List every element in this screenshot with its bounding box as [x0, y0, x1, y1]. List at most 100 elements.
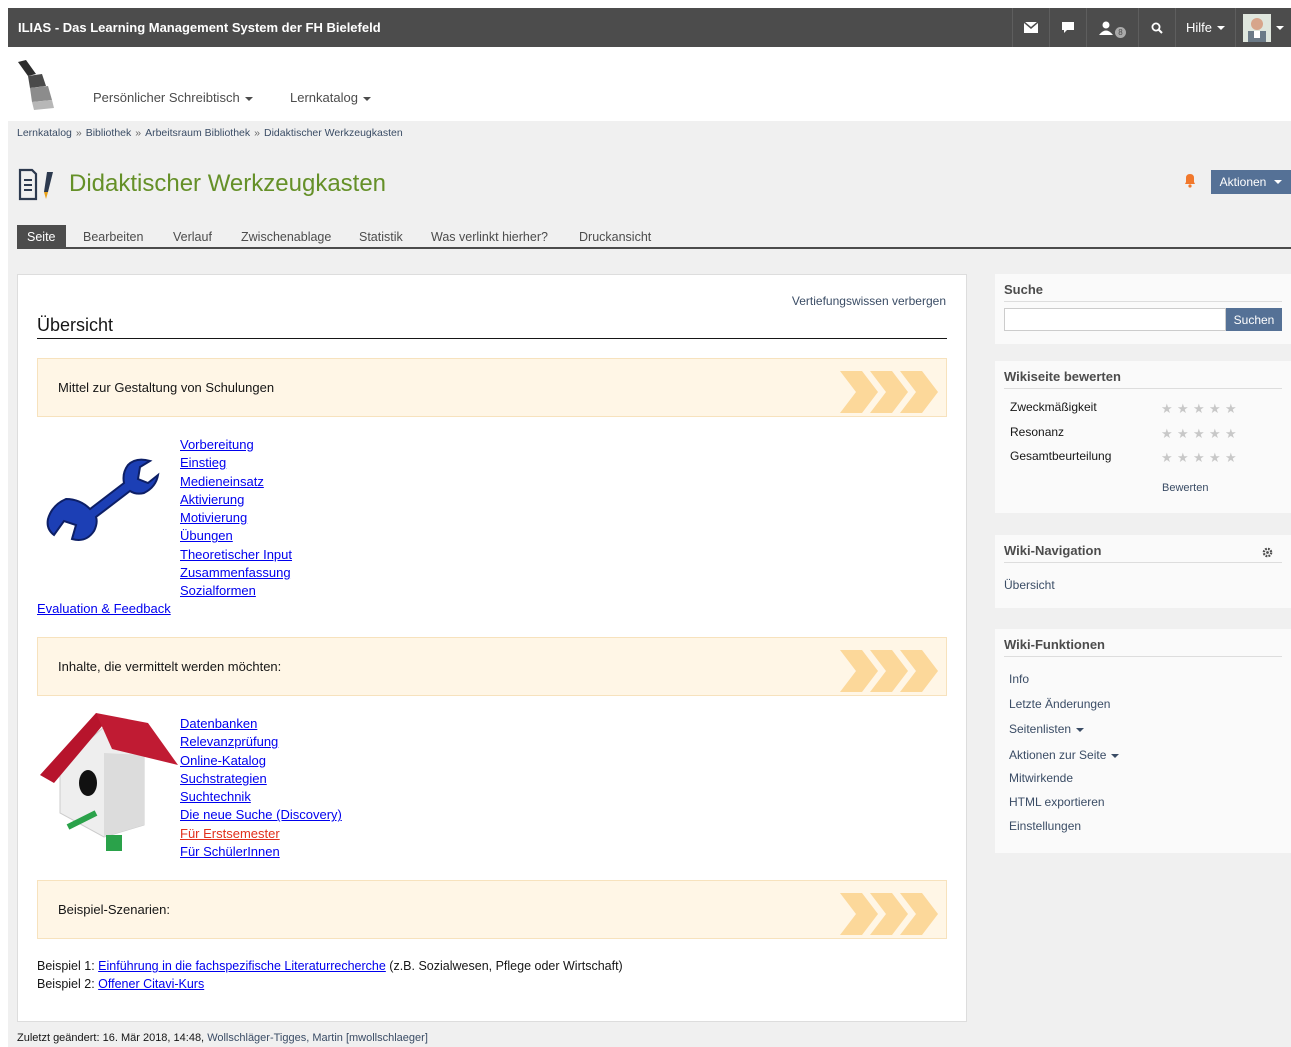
rate-button[interactable]: Bewerten [1162, 482, 1208, 494]
breadcrumb-item[interactable]: Bibliothek [86, 127, 132, 139]
search-button[interactable] [1138, 8, 1175, 47]
link-list: Vorbereitung Einstieg Medieneinsatz Akti… [180, 436, 292, 601]
rating-label: Gesamtbeurteilung [1010, 449, 1112, 463]
star-icon[interactable]: ★ [1209, 402, 1222, 415]
last-changed-text: Zuletzt geändert: 16. Mär 2018, 14:48, [17, 1032, 208, 1044]
star-icon[interactable]: ★ [1209, 427, 1222, 440]
chevron-down-icon [1076, 727, 1085, 732]
fn-page-lists-label: Seitenlisten [1009, 722, 1072, 736]
star-icon[interactable]: ★ [1225, 402, 1238, 415]
wiki-link[interactable]: Suchtechnik [180, 789, 251, 804]
star-rating[interactable]: ★ ★ ★ ★ ★ [1161, 427, 1238, 440]
fn-page-lists[interactable]: Seitenlisten [1009, 722, 1085, 736]
contacts-button[interactable]: 8 [1086, 8, 1138, 47]
wiki-link[interactable]: Online-Katalog [180, 753, 266, 768]
star-rating[interactable]: ★ ★ ★ ★ ★ [1161, 451, 1238, 464]
star-icon[interactable]: ★ [1225, 451, 1238, 464]
wiki-link-missing[interactable]: Für Erstsemester [180, 826, 280, 841]
star-icon[interactable]: ★ [1177, 427, 1190, 440]
link-list: Datenbanken Relevanzprüfung Online-Katal… [180, 715, 342, 861]
wiki-link[interactable]: Übungen [180, 528, 233, 543]
user-icon [1099, 21, 1113, 35]
mail-button[interactable] [1012, 8, 1049, 47]
tab-bar: Seite Bearbeiten Verlauf Zwischenablage … [17, 225, 1291, 249]
wiki-link[interactable]: Für SchülerInnen [180, 844, 280, 859]
chat-button[interactable] [1049, 8, 1086, 47]
menu-desk[interactable]: Persönlicher Schreibtisch [93, 90, 253, 105]
actions-button[interactable]: Aktionen [1211, 170, 1291, 194]
section-band-label: Inhalte, die vermittelt werden möchten: [58, 659, 282, 674]
star-icon[interactable]: ★ [1193, 427, 1206, 440]
help-menu[interactable]: Hilfe [1175, 8, 1235, 47]
example-2: Beispiel 2: Offener Citavi-Kurs [37, 977, 204, 991]
breadcrumb-item[interactable]: Lernkatalog [17, 127, 72, 139]
wiki-link[interactable]: Die neue Suche (Discovery) [180, 807, 342, 822]
author-link[interactable]: Wollschläger-Tigges, Martin [mwollschlae… [207, 1032, 428, 1044]
page-heading: Übersicht [37, 315, 947, 339]
wiki-link[interactable]: Vorbereitung [180, 437, 254, 452]
search-submit-button[interactable]: Suchen [1226, 308, 1282, 331]
fn-contributors[interactable]: Mitwirkende [1009, 771, 1073, 785]
star-icon[interactable]: ★ [1161, 427, 1174, 440]
wiki-link[interactable]: Motivierung [180, 510, 247, 525]
bell-icon[interactable] [1182, 172, 1198, 188]
example-1: Beispiel 1: Einführung in die fachspezif… [37, 959, 623, 973]
search-input[interactable] [1004, 308, 1226, 331]
fn-recent-changes[interactable]: Letzte Änderungen [1009, 697, 1110, 711]
chevrons-icon [840, 371, 938, 413]
section-band-label: Beispiel-Szenarien: [58, 902, 171, 917]
fn-info[interactable]: Info [1009, 672, 1029, 686]
fn-html-export[interactable]: HTML exportieren [1009, 795, 1105, 809]
star-icon[interactable]: ★ [1193, 402, 1206, 415]
wiki-nav-link[interactable]: Übersicht [1004, 578, 1055, 592]
wiki-link[interactable]: Theoretischer Input [180, 547, 292, 562]
star-icon[interactable]: ★ [1177, 402, 1190, 415]
star-icon[interactable]: ★ [1177, 451, 1190, 464]
breadcrumb: Lernkatalog» Bibliothek» Arbeitsraum Bibli… [17, 127, 403, 139]
star-rating[interactable]: ★ ★ ★ ★ ★ [1161, 402, 1238, 415]
breadcrumb-item[interactable]: Arbeitsraum Bibliothek [145, 127, 250, 139]
wiki-navigation-panel: Wiki-Navigation Übersicht [995, 535, 1291, 608]
gear-icon[interactable] [1262, 547, 1273, 558]
menu-desk-label: Persönlicher Schreibtisch [93, 90, 240, 105]
ilias-logo[interactable] [16, 60, 56, 110]
star-icon[interactable]: ★ [1193, 451, 1206, 464]
wiki-link[interactable]: Einführung in die fachspezifische Litera… [98, 959, 386, 973]
wiki-link[interactable]: Relevanzprüfung [180, 734, 278, 749]
tab-statistik[interactable]: Statistik [359, 225, 403, 249]
breadcrumb-separator: » [75, 127, 82, 139]
wiki-link[interactable]: Evaluation & Feedback [37, 601, 171, 616]
wiki-link[interactable]: Suchstrategien [180, 771, 267, 786]
star-icon[interactable]: ★ [1161, 451, 1174, 464]
tab-bearbeiten[interactable]: Bearbeiten [83, 225, 143, 249]
actions-label: Aktionen [1219, 175, 1267, 189]
breadcrumb-item[interactable]: Didaktischer Werkzeugkasten [264, 127, 403, 139]
app-title: ILIAS - Das Learning Management System d… [18, 20, 381, 35]
fn-page-actions[interactable]: Aktionen zur Seite [1009, 748, 1120, 762]
wiki-link[interactable]: Datenbanken [180, 716, 257, 731]
search-icon [1151, 22, 1163, 34]
rating-panel-title: Wikiseite bewerten [1004, 369, 1282, 389]
wiki-link[interactable]: Offener Citavi-Kurs [98, 977, 204, 991]
example-2-prefix: Beispiel 2: [37, 977, 99, 991]
tab-was-verlinkt-hierher[interactable]: Was verlinkt hierher? [431, 225, 548, 249]
wiki-link[interactable]: Medieneinsatz [180, 474, 264, 489]
star-icon[interactable]: ★ [1161, 402, 1174, 415]
wiki-link[interactable]: Zusammenfassung [180, 565, 291, 580]
star-icon[interactable]: ★ [1225, 427, 1238, 440]
menu-catalog[interactable]: Lernkatalog [290, 90, 371, 105]
user-menu[interactable] [1235, 8, 1291, 47]
tab-zwischenablage[interactable]: Zwischenablage [241, 225, 331, 249]
toggle-deep-knowledge-link[interactable]: Vertiefungswissen verbergen [792, 294, 946, 308]
breadcrumb-separator: » [135, 127, 142, 139]
section-band: Beispiel-Szenarien: [37, 880, 947, 939]
tab-seite[interactable]: Seite [17, 225, 66, 249]
wiki-link[interactable]: Sozialformen [180, 583, 256, 598]
search-panel: Suche Suchen [995, 274, 1291, 344]
wiki-link[interactable]: Einstieg [180, 455, 226, 470]
fn-settings[interactable]: Einstellungen [1009, 819, 1081, 833]
wiki-link[interactable]: Aktivierung [180, 492, 244, 507]
tab-druckansicht[interactable]: Druckansicht [579, 225, 651, 249]
star-icon[interactable]: ★ [1209, 451, 1222, 464]
tab-verlauf[interactable]: Verlauf [173, 225, 212, 249]
